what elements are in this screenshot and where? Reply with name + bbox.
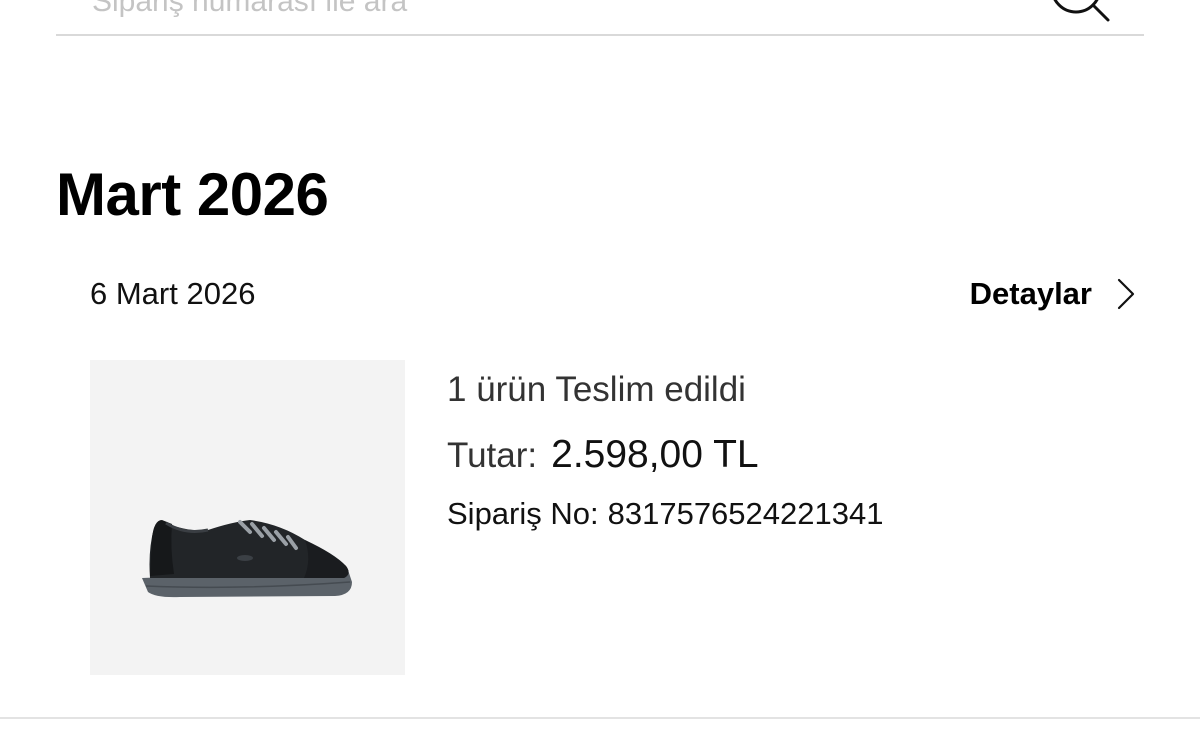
details-link[interactable]: Detaylar xyxy=(970,270,1138,318)
sneaker-image xyxy=(142,520,352,598)
order-status: 1 ürün Teslim edildi xyxy=(447,370,746,409)
order-amount: Tutar: 2.598,00 TL xyxy=(447,431,759,480)
amount-label: Tutar: xyxy=(447,436,538,475)
chevron-right-icon xyxy=(1117,278,1135,310)
product-image[interactable] xyxy=(90,360,405,675)
order-date: 6 Mart 2026 xyxy=(90,276,256,311)
divider xyxy=(0,717,1200,719)
search-icon[interactable] xyxy=(1046,0,1116,34)
search-input[interactable] xyxy=(92,0,992,24)
order-number-label: Sipariş No: xyxy=(447,496,599,531)
order-number: Sipariş No: 8317576524221341 xyxy=(447,494,883,534)
details-label: Detaylar xyxy=(969,276,1092,311)
search-bar xyxy=(56,0,1144,36)
amount-value: 2.598,00 TL xyxy=(551,433,759,476)
month-heading: Mart 2026 xyxy=(56,161,329,228)
order-number-value: 8317576524221341 xyxy=(607,496,884,531)
